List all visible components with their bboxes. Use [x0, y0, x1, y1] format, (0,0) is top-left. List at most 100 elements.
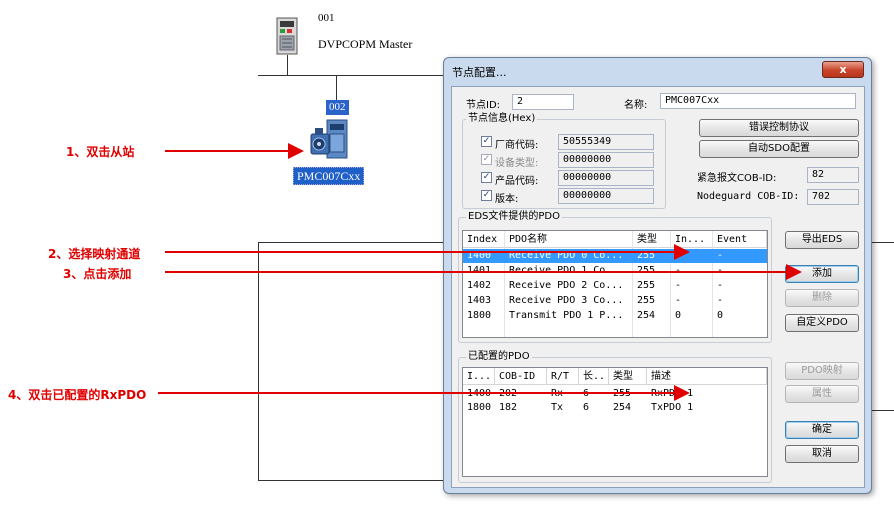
eds-cell-name: Receive PDO 3 Co...: [509, 295, 624, 306]
cfg-col-desc[interactable]: 描述: [647, 368, 767, 385]
error-control-protocol-button[interactable]: 错误控制协议: [699, 119, 859, 137]
cfg-cell-rt: Tx: [551, 402, 564, 413]
eds-cell-event: -: [717, 265, 724, 276]
add-button[interactable]: 添加: [785, 265, 859, 283]
product-code-checkbox[interactable]: ✓: [481, 172, 492, 183]
eds-cell-event: -: [717, 280, 724, 291]
slave-node-number: 002: [326, 100, 349, 115]
version-label: 版本:: [495, 194, 519, 205]
eds-cell-type: 254: [637, 310, 656, 321]
eds-cell-name: Transmit PDO 1 P...: [509, 310, 624, 321]
pdo-mapping-button[interactable]: PDO映射: [785, 362, 859, 380]
delete-button[interactable]: 删除: [785, 289, 859, 307]
configured-pdo-title: 已配置的PDO: [466, 351, 532, 363]
eds-cell-index: 1400: [467, 250, 492, 261]
name-input[interactable]: PMC007Cxx: [660, 93, 856, 109]
eds-pdo-list[interactable]: Index PDO名称 类型 In... Event 1400 Receive …: [462, 230, 768, 338]
vendor-code-label: 厂商代码:: [495, 140, 539, 151]
node-id-label: 节点ID:: [466, 100, 501, 111]
cfg-col-len[interactable]: 长..: [579, 368, 609, 385]
eds-pdo-row[interactable]: 1400 Receive PDO 0 Co... 255 - -: [463, 249, 767, 263]
vendor-code-checkbox[interactable]: ✓: [481, 136, 492, 147]
eds-col-event[interactable]: Event: [713, 231, 767, 248]
eds-col-type[interactable]: 类型: [633, 231, 671, 248]
cancel-button[interactable]: 取消: [785, 445, 859, 463]
eds-pdo-title: EDS文件提供的PDO: [466, 211, 562, 223]
version-value: 00000000: [558, 188, 654, 204]
version-checkbox[interactable]: ✓: [481, 190, 492, 201]
ok-button[interactable]: 确定: [785, 421, 859, 439]
nodeguard-cob-id-label: Nodeguard COB-ID:: [697, 191, 800, 202]
custom-pdo-button[interactable]: 自定义PDO: [785, 314, 859, 332]
cfg-cell-index: 1800: [467, 402, 492, 413]
eds-cell-type: 255: [637, 295, 656, 306]
eds-cell-type: 255: [637, 280, 656, 291]
slave-name-label[interactable]: PMC007Cxx: [293, 167, 365, 185]
cfg-cell-rt: Rx: [551, 388, 564, 399]
emcy-cob-id-value: 82: [807, 167, 859, 183]
eds-cell-type: 255: [637, 250, 656, 261]
cfg-cell-cobid: 202: [499, 388, 518, 399]
annotation-step-4: 4、双击已配置的RxPDO: [8, 388, 147, 402]
node-id-input[interactable]: 2: [512, 94, 574, 110]
cfg-cell-desc: TxPDO 1: [651, 402, 694, 413]
eds-cell-event: 0: [717, 310, 724, 321]
canvas-frame-left: [258, 242, 259, 480]
export-eds-button[interactable]: 导出EDS: [785, 231, 859, 249]
eds-cell-event: -: [717, 250, 724, 261]
eds-cell-index: 1402: [467, 280, 492, 291]
cfg-col-cobid[interactable]: COB-ID: [495, 368, 547, 385]
properties-button[interactable]: 属性: [785, 385, 859, 403]
eds-col-index[interactable]: Index: [463, 231, 505, 248]
canvas-frame-right-stub-top: [872, 242, 894, 243]
eds-pdo-row[interactable]: 1402 Receive PDO 2 Co... 255 - -: [463, 279, 767, 293]
configured-pdo-row[interactable]: 1800 182 Tx 6 254 TxPDO 1: [463, 401, 767, 415]
master-name: DVPCOPM Master: [318, 37, 413, 51]
eds-cell-index: 1401: [467, 265, 492, 276]
canvas-frame-right-stub-bottom: [872, 410, 894, 411]
eds-cell-index: 1403: [467, 295, 492, 306]
close-button[interactable]: x: [822, 61, 864, 78]
device-type-label: 设备类型:: [495, 158, 539, 169]
cfg-cell-desc: RxPDO 1: [651, 388, 694, 399]
eds-cell-inhibit: -: [675, 250, 682, 261]
master-drop-line: [287, 55, 288, 75]
annotation-step-3: 3、点击添加: [63, 267, 132, 281]
eds-pdo-row[interactable]: 1401 Receive PDO 1 Co... 255 - -: [463, 264, 767, 278]
eds-cell-inhibit: -: [675, 295, 682, 306]
eds-col-inhibit[interactable]: In...: [671, 231, 713, 248]
configured-pdo-list[interactable]: I... COB-ID R/T 长.. 类型 描述 1400 202 Rx 6 …: [462, 367, 768, 477]
canvas-frame-bottom: [258, 480, 444, 481]
eds-col-name[interactable]: PDO名称: [505, 231, 633, 248]
eds-cell-name: Receive PDO 0 Co...: [509, 250, 624, 261]
master-device-icon[interactable]: [276, 17, 298, 55]
configured-pdo-row[interactable]: 1400 202 Rx 6 255 RxPDO 1: [463, 387, 767, 401]
eds-cell-index: 1800: [467, 310, 492, 321]
dialog-titlebar[interactable]: 节点配置... x: [444, 58, 871, 82]
auto-sdo-config-button[interactable]: 自动SDO配置: [699, 140, 859, 158]
annotation-step-2: 2、选择映射通道: [48, 247, 141, 261]
eds-cell-event: -: [717, 295, 724, 306]
eds-cell-name: Receive PDO 1 Co...: [509, 265, 624, 276]
eds-cell-inhibit: 0: [675, 310, 682, 321]
device-type-checkbox[interactable]: ✓: [481, 154, 492, 165]
cfg-col-index[interactable]: I...: [463, 368, 495, 385]
dialog-client-area: 节点ID: 2 名称: PMC007Cxx 节点信息(Hex) ✓ 厂商代码: …: [451, 86, 865, 488]
name-label: 名称:: [624, 100, 648, 111]
dialog-title: 节点配置...: [452, 66, 507, 79]
cfg-col-rt[interactable]: R/T: [547, 368, 579, 385]
cfg-col-type[interactable]: 类型: [609, 368, 647, 385]
node-config-dialog: 节点配置... x 节点ID: 2 名称: PMC007Cxx 节点信息(Hex…: [443, 57, 872, 494]
slave-device-icon[interactable]: [307, 116, 351, 162]
emcy-cob-id-label: 紧急报文COB-ID:: [697, 173, 777, 184]
eds-pdo-row[interactable]: 1403 Receive PDO 3 Co... 255 - -: [463, 294, 767, 308]
cfg-cell-len: 6: [583, 388, 590, 399]
cfg-cell-len: 6: [583, 402, 590, 413]
slave-drop-line: [336, 75, 337, 100]
eds-cell-name: Receive PDO 2 Co...: [509, 280, 624, 291]
annotation-step-1: 1、双击从站: [66, 145, 135, 159]
cfg-cell-cobid: 182: [499, 402, 518, 413]
product-code-label: 产品代码:: [495, 176, 539, 187]
master-node-number: 001: [318, 12, 335, 24]
eds-pdo-row[interactable]: 1800 Transmit PDO 1 P... 254 0 0: [463, 309, 767, 323]
